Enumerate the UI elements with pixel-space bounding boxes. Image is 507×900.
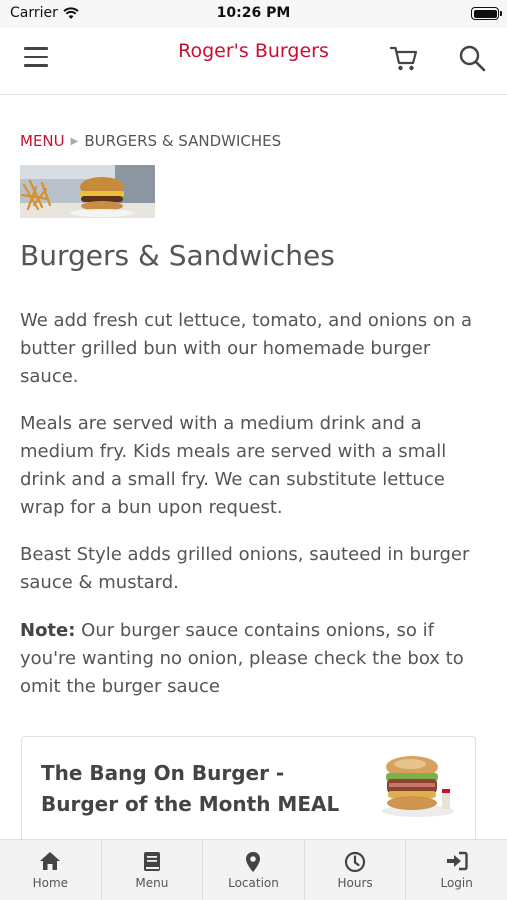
category-note: Note: Our burger sauce contains onions, … — [20, 617, 485, 701]
category-description: We add fresh cut lettuce, tomato, and on… — [20, 310, 473, 387]
cart-icon[interactable] — [389, 44, 419, 72]
category-description: Meals are served with a medium drink and… — [20, 413, 447, 518]
tab-login[interactable]: Login — [406, 840, 507, 900]
sign-in-icon — [446, 851, 468, 871]
map-pin-icon — [246, 852, 261, 872]
breadcrumb-current: BURGERS & SANDWICHES — [84, 132, 282, 150]
battery-icon — [471, 7, 502, 20]
tab-home[interactable]: Home — [0, 840, 102, 900]
tab-location[interactable]: Location — [203, 840, 305, 900]
tab-label: Login — [440, 876, 473, 890]
note-label: Note: — [20, 620, 76, 641]
category-description: Beast Style adds grilled onions, sauteed… — [20, 544, 470, 593]
tab-menu[interactable]: Menu — [102, 840, 204, 900]
menu-category-content: MENU ▶ BURGERS & SANDWICHES Burgers & Sand… — [0, 96, 507, 839]
search-icon[interactable] — [458, 44, 486, 72]
menu-item-card[interactable]: The Bang On Burger - Burger of the Month… — [21, 736, 476, 839]
note-text: Our burger sauce contains onions, so if … — [20, 620, 464, 697]
tab-label: Menu — [135, 876, 169, 890]
breadcrumb-separator-icon: ▶ — [70, 136, 79, 147]
hamburger-menu-icon[interactable] — [24, 47, 48, 69]
bottom-tab-bar: Home Menu Location Hours Login — [0, 839, 507, 900]
tab-label: Home — [32, 876, 69, 890]
tab-label: Location — [228, 876, 279, 890]
status-bar: Carrier 10:26 PM — [0, 0, 507, 28]
tab-label: Hours — [337, 876, 373, 890]
clock-icon — [344, 851, 366, 873]
tab-hours[interactable]: Hours — [305, 840, 407, 900]
restaurant-title: Roger's Burgers — [178, 40, 329, 62]
category-title: Burgers & Sandwiches — [20, 239, 335, 272]
home-icon — [40, 852, 61, 870]
category-image — [20, 165, 155, 218]
app-header: Roger's Burgers — [0, 28, 507, 95]
breadcrumb-menu-link[interactable]: MENU — [20, 132, 65, 150]
breadcrumb: MENU ▶ BURGERS & SANDWICHES — [20, 132, 281, 150]
book-icon — [143, 852, 160, 871]
status-time: 10:26 PM — [216, 5, 291, 21]
menu-item-name: The Bang On Burger - Burger of the Month… — [41, 761, 340, 816]
menu-item-image — [372, 753, 457, 819]
